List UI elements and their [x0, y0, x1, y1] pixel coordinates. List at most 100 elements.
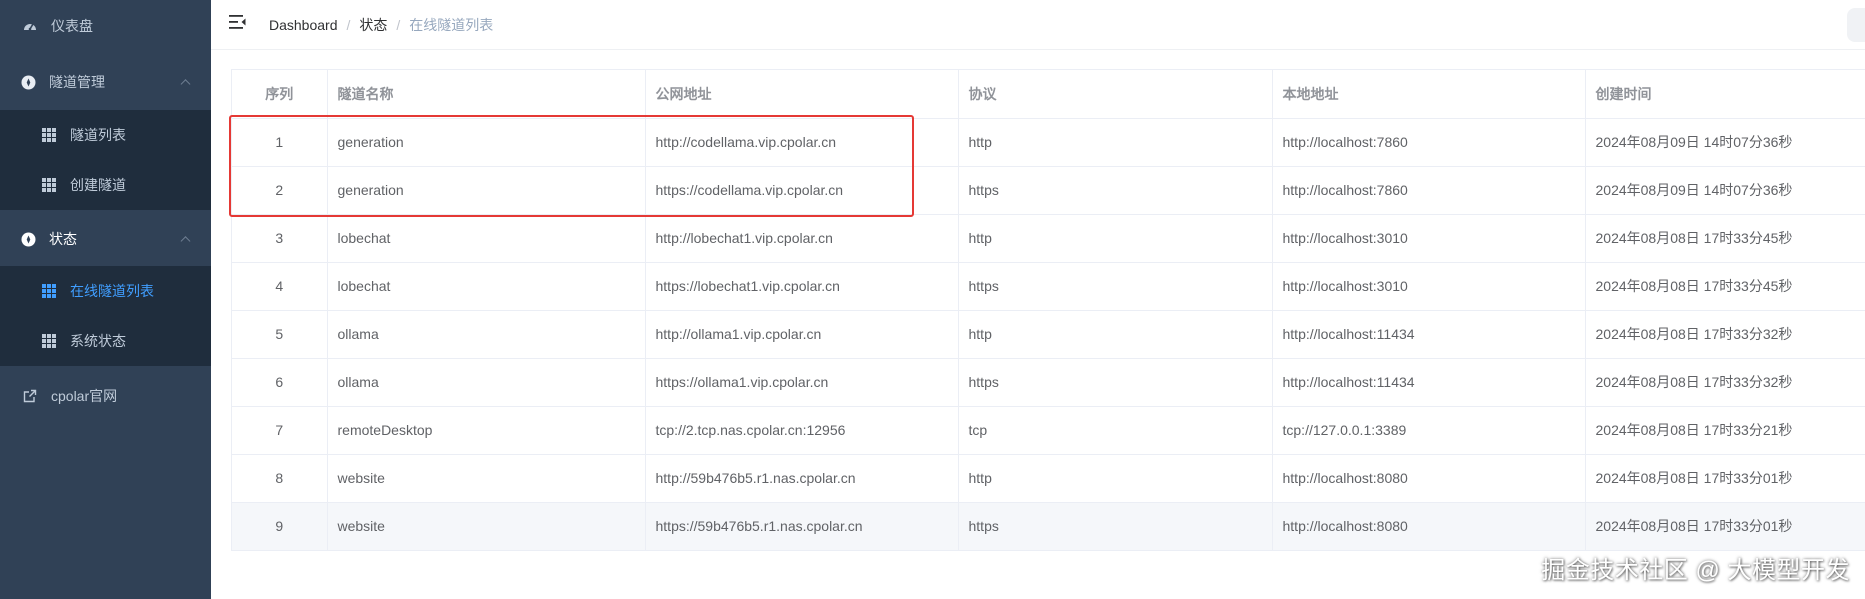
cell-local-address: http://localhost:7860 — [1272, 166, 1586, 215]
sidebar-item-dashboard[interactable]: 仪表盘 — [0, 0, 211, 52]
column-header-index: 序列 — [232, 70, 328, 119]
cell-index: 4 — [232, 262, 328, 311]
table-row[interactable]: 1 generation http://codellama.vip.cpolar… — [232, 118, 1865, 167]
cell-local-address: http://localhost:3010 — [1272, 214, 1586, 263]
cell-public-url: http://lobechat1.vip.cpolar.cn — [645, 214, 959, 263]
table-row[interactable]: 4 lobechat https://lobechat1.vip.cpolar.… — [232, 262, 1865, 311]
cell-created-time: 2024年08月08日 17时33分45秒 — [1585, 262, 1865, 311]
menu-fold-icon[interactable] — [229, 14, 247, 30]
sidebar-item-label: 系统状态 — [70, 333, 126, 349]
column-header-public-url: 公网地址 — [645, 70, 959, 119]
cell-created-time: 2024年08月08日 17时33分45秒 — [1585, 214, 1865, 263]
cell-public-url: https://59b476b5.r1.nas.cpolar.cn — [645, 502, 959, 551]
cell-index: 9 — [232, 502, 328, 551]
cell-created-time: 2024年08月08日 17时33分21秒 — [1585, 406, 1865, 455]
cell-tunnel-name: lobechat — [327, 262, 646, 311]
tunnel-table: 序列 隧道名称 公网地址 协议 本地地址 创建时间 1 generation h… — [231, 69, 1865, 551]
cell-tunnel-name: remoteDesktop — [327, 406, 646, 455]
cell-public-url: http://59b476b5.r1.nas.cpolar.cn — [645, 454, 959, 503]
sidebar-item-status[interactable]: 状态 — [0, 213, 211, 265]
cell-local-address: http://localhost:8080 — [1272, 502, 1586, 551]
cell-protocol: http — [958, 118, 1273, 167]
column-header-created-time: 创建时间 — [1585, 70, 1865, 119]
cell-local-address: http://localhost:7860 — [1272, 118, 1586, 167]
cell-local-address: http://localhost:3010 — [1272, 262, 1586, 311]
grid-icon — [41, 333, 57, 349]
table-row[interactable]: 5 ollama http://ollama1.vip.cpolar.cn ht… — [232, 310, 1865, 359]
grid-icon — [41, 127, 57, 143]
compass-icon — [20, 74, 36, 90]
column-header-local-address: 本地地址 — [1272, 70, 1586, 119]
cell-public-url: http://codellama.vip.cpolar.cn — [645, 118, 959, 167]
cell-index: 6 — [232, 358, 328, 407]
cell-index: 1 — [232, 118, 328, 167]
column-header-protocol: 协议 — [958, 70, 1273, 119]
sidebar-item-label: cpolar官网 — [51, 388, 118, 404]
sidebar-item-label: 仪表盘 — [51, 18, 93, 34]
cell-protocol: tcp — [958, 406, 1273, 455]
cell-local-address: http://localhost:11434 — [1272, 310, 1586, 359]
cell-public-url: https://ollama1.vip.cpolar.cn — [645, 358, 959, 407]
cell-index: 8 — [232, 454, 328, 503]
watermark: 掘金技术社区 @ 大模型开发 — [1541, 557, 1850, 584]
cell-public-url: tcp://2.tcp.nas.cpolar.cn:12956 — [645, 406, 959, 455]
cell-index: 2 — [232, 166, 328, 215]
cell-created-time: 2024年08月08日 17时33分32秒 — [1585, 310, 1865, 359]
cell-local-address: http://localhost:8080 — [1272, 454, 1586, 503]
table-row[interactable]: 9 website https://59b476b5.r1.nas.cpolar… — [232, 502, 1865, 551]
cell-tunnel-name: lobechat — [327, 214, 646, 263]
cell-protocol: http — [958, 454, 1273, 503]
sidebar-item-system-status[interactable]: 系统状态 — [0, 316, 211, 366]
cell-created-time: 2024年08月09日 14时07分36秒 — [1585, 166, 1865, 215]
table-row[interactable]: 3 lobechat http://lobechat1.vip.cpolar.c… — [232, 214, 1865, 263]
table-row[interactable]: 2 generation https://codellama.vip.cpola… — [232, 166, 1865, 215]
cell-created-time: 2024年08月08日 17时33分32秒 — [1585, 358, 1865, 407]
grid-icon — [41, 177, 57, 193]
breadcrumb-separator: / — [396, 17, 401, 33]
cell-public-url: https://lobechat1.vip.cpolar.cn — [645, 262, 959, 311]
sidebar-item-label: 隧道管理 — [49, 74, 105, 90]
cell-index: 7 — [232, 406, 328, 455]
cell-created-time: 2024年08月08日 17时33分01秒 — [1585, 502, 1865, 551]
cell-public-url: https://codellama.vip.cpolar.cn — [645, 166, 959, 215]
breadcrumb-item-status[interactable]: 状态 — [359, 15, 387, 35]
table-header-row: 序列 隧道名称 公网地址 协议 本地地址 创建时间 — [232, 70, 1865, 119]
cell-tunnel-name: website — [327, 502, 646, 551]
avatar[interactable] — [1847, 8, 1865, 42]
sidebar: 仪表盘 隧道管理 隧道列表 创建隧道 状态 在线隧道列表 系统状态 cpolar… — [0, 0, 211, 599]
chevron-up-icon — [180, 236, 191, 247]
table-row[interactable]: 7 remoteDesktop tcp://2.tcp.nas.cpolar.c… — [232, 406, 1865, 455]
cell-index: 5 — [232, 310, 328, 359]
cell-protocol: https — [958, 166, 1273, 215]
sidebar-item-tunnel-management[interactable]: 隧道管理 — [0, 56, 211, 108]
cell-protocol: https — [958, 502, 1273, 551]
cell-local-address: http://localhost:11434 — [1272, 358, 1586, 407]
breadcrumb: Dashboard / 状态 / 在线隧道列表 — [269, 15, 493, 35]
dashboard-icon — [22, 18, 38, 34]
sidebar-item-create-tunnel[interactable]: 创建隧道 — [0, 160, 211, 210]
cell-tunnel-name: ollama — [327, 310, 646, 359]
cell-created-time: 2024年08月09日 14时07分36秒 — [1585, 118, 1865, 167]
sidebar-item-label: 在线隧道列表 — [70, 283, 154, 299]
cell-index: 3 — [232, 214, 328, 263]
cell-tunnel-name: generation — [327, 118, 646, 167]
column-header-tunnel-name: 隧道名称 — [327, 70, 646, 119]
sidebar-item-label: 隧道列表 — [70, 127, 126, 143]
cell-public-url: http://ollama1.vip.cpolar.cn — [645, 310, 959, 359]
chevron-up-icon — [180, 79, 191, 90]
sidebar-item-tunnel-list[interactable]: 隧道列表 — [0, 110, 211, 160]
table-row[interactable]: 6 ollama https://ollama1.vip.cpolar.cn h… — [232, 358, 1865, 407]
compass-icon — [20, 231, 36, 247]
cell-protocol: https — [958, 262, 1273, 311]
sidebar-item-online-tunnels[interactable]: 在线隧道列表 — [0, 266, 211, 316]
breadcrumb-item-current: 在线隧道列表 — [409, 17, 494, 33]
breadcrumb-separator: / — [346, 17, 351, 33]
grid-icon — [41, 283, 57, 299]
cell-protocol: http — [958, 310, 1273, 359]
cell-protocol: https — [958, 358, 1273, 407]
cell-tunnel-name: ollama — [327, 358, 646, 407]
table-row[interactable]: 8 website http://59b476b5.r1.nas.cpolar.… — [232, 454, 1865, 503]
breadcrumb-item-dashboard[interactable]: Dashboard — [269, 17, 338, 33]
sidebar-item-cpolar-website[interactable]: cpolar官网 — [0, 370, 211, 422]
external-link-icon — [22, 388, 38, 404]
